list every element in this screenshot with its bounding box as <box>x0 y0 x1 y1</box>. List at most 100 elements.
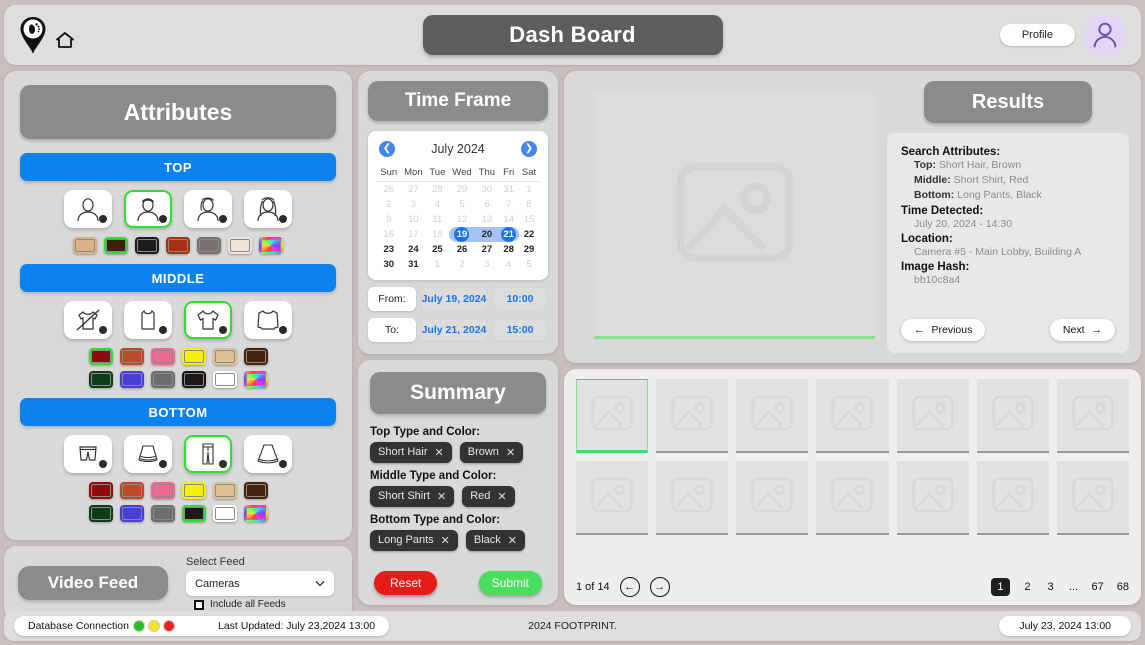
calendar-day-cell[interactable]: 20 <box>475 226 499 242</box>
chip[interactable]: Long Pants ✕ <box>370 529 458 551</box>
reset-button[interactable]: Reset <box>374 571 438 595</box>
chip[interactable]: Short Hair ✕ <box>370 441 452 463</box>
color-swatch-multicolor[interactable] <box>243 505 268 522</box>
calendar-day-cell[interactable]: 7 <box>498 197 519 212</box>
top-option-hair-medium[interactable] <box>184 190 232 228</box>
calendar-day-cell[interactable]: 9 <box>377 212 401 227</box>
calendar-day-cell[interactable]: 19 <box>448 226 476 242</box>
footprint-pin-icon[interactable] <box>18 16 48 54</box>
color-swatch-tan[interactable] <box>212 348 237 365</box>
chip[interactable]: Red ✕ <box>462 485 515 507</box>
thumbnail-item[interactable] <box>656 461 729 535</box>
calendar-day-cell[interactable]: 30 <box>475 182 498 197</box>
bottom-option-shorts[interactable] <box>64 435 112 473</box>
color-swatch-white[interactable] <box>212 505 237 522</box>
calendar-day-cell[interactable]: 18 <box>426 227 448 242</box>
calendar-day-cell[interactable]: 21 <box>498 226 520 242</box>
chevron-left-icon[interactable]: ❮ <box>379 141 395 157</box>
calendar-day-cell[interactable]: 2 <box>377 197 401 212</box>
calendar-day-cell[interactable]: 12 <box>449 212 476 227</box>
page-number[interactable]: ... <box>1069 581 1079 593</box>
color-swatch-green[interactable] <box>88 505 113 522</box>
color-swatch-orange[interactable] <box>119 348 144 365</box>
page-number[interactable]: 2 <box>1023 581 1033 593</box>
calendar-day-cell[interactable]: 27 <box>475 242 498 257</box>
calendar-day-cell[interactable]: 5 <box>519 257 539 272</box>
calendar-day-cell[interactable]: 6 <box>475 197 498 212</box>
top-option-hair-long[interactable] <box>64 190 112 228</box>
from-time-field[interactable]: 10:00 <box>492 286 548 311</box>
calendar-day-cell[interactable]: 31 <box>498 182 519 197</box>
thumbnail-item[interactable] <box>976 379 1049 453</box>
close-icon[interactable]: ✕ <box>441 534 450 547</box>
chevron-right-icon[interactable]: ❯ <box>520 141 537 157</box>
bottom-option-long-skirt[interactable] <box>244 435 292 473</box>
calendar-day-cell[interactable]: 1 <box>519 182 539 197</box>
calendar-day-cell[interactable]: 29 <box>449 182 476 197</box>
bottom-option-short-skirt[interactable] <box>124 435 172 473</box>
calendar-day-cell[interactable]: 25 <box>426 242 448 257</box>
next-result-button[interactable]: Next → <box>1049 319 1115 341</box>
thumbnail-item[interactable] <box>736 461 809 535</box>
color-swatch-blue[interactable] <box>119 371 144 388</box>
color-swatch-multicolor[interactable] <box>243 371 268 388</box>
section-header-top[interactable]: TOP <box>20 153 336 181</box>
thumbnail-item[interactable] <box>576 461 649 535</box>
color-swatch-brown[interactable] <box>104 237 128 254</box>
thumbnail-item[interactable] <box>656 379 729 453</box>
section-header-bottom[interactable]: BOTTOM <box>20 398 336 426</box>
calendar-day-cell[interactable]: 1 <box>426 257 448 272</box>
color-swatch-black[interactable] <box>135 237 159 254</box>
middle-option-long-sleeve[interactable] <box>244 301 292 339</box>
feed-select[interactable]: Cameras <box>186 571 334 596</box>
calendar-day-cell[interactable]: 5 <box>449 197 476 212</box>
calendar-day-cell[interactable]: 14 <box>498 212 519 227</box>
to-time-field[interactable]: 15:00 <box>492 317 548 342</box>
calendar-day-cell[interactable]: 22 <box>519 227 539 242</box>
calendar-day-cell[interactable]: 2 <box>449 257 476 272</box>
to-date-field[interactable]: July 21, 2024 <box>420 317 488 342</box>
thumbnail-item[interactable] <box>1056 461 1129 535</box>
close-icon[interactable]: ✕ <box>437 490 446 503</box>
page-number[interactable]: 68 <box>1117 581 1129 593</box>
circle-arrow-right-icon[interactable]: → <box>649 577 670 597</box>
calendar-day-cell[interactable]: 3 <box>475 257 498 272</box>
circle-arrow-left-icon[interactable]: ← <box>619 577 640 597</box>
color-swatch-orange[interactable] <box>119 482 144 499</box>
calendar-day-cell[interactable]: 30 <box>377 257 401 272</box>
color-swatch-tan[interactable] <box>73 237 97 254</box>
thumbnail-item[interactable] <box>576 379 649 453</box>
color-swatch-brown[interactable] <box>243 348 268 365</box>
calendar-day-cell[interactable]: 27 <box>401 182 427 197</box>
close-icon[interactable]: ✕ <box>435 446 444 459</box>
calendar-day-cell[interactable]: 8 <box>519 197 539 212</box>
color-swatch-pink[interactable] <box>150 482 175 499</box>
close-icon[interactable]: ✕ <box>497 490 506 503</box>
thumbnail-item[interactable] <box>1056 379 1129 453</box>
submit-button[interactable]: Submit <box>478 571 542 595</box>
calendar-day-cell[interactable]: 15 <box>519 212 539 227</box>
middle-option-short-shirt[interactable] <box>184 301 232 339</box>
thumbnail-item[interactable] <box>816 461 889 535</box>
color-swatch-red[interactable] <box>88 348 113 365</box>
color-swatch-gray[interactable] <box>150 371 175 388</box>
result-preview-image[interactable] <box>594 91 875 339</box>
color-swatch-black[interactable] <box>181 505 206 522</box>
calendar-day-cell[interactable]: 23 <box>377 242 401 257</box>
close-icon[interactable]: ✕ <box>508 534 517 547</box>
calendar-day-cell[interactable]: 4 <box>498 257 519 272</box>
calendar-day-cell[interactable]: 4 <box>426 197 448 212</box>
chip[interactable]: Black ✕ <box>465 529 525 551</box>
page-number[interactable]: 67 <box>1092 581 1104 593</box>
close-icon[interactable]: ✕ <box>506 446 515 459</box>
calendar-day-cell[interactable]: 13 <box>475 212 498 227</box>
calendar-day-cell[interactable]: 28 <box>426 182 448 197</box>
calendar-day-cell[interactable]: 29 <box>519 242 539 257</box>
thumbnail-item[interactable] <box>976 461 1049 535</box>
calendar-day-cell[interactable]: 10 <box>401 212 427 227</box>
section-header-middle[interactable]: MIDDLE <box>20 264 336 292</box>
home-icon[interactable] <box>55 30 75 50</box>
calendar-day-cell[interactable]: 11 <box>426 212 448 227</box>
color-swatch-tan[interactable] <box>212 482 237 499</box>
middle-option-no-shirt[interactable] <box>64 301 112 339</box>
